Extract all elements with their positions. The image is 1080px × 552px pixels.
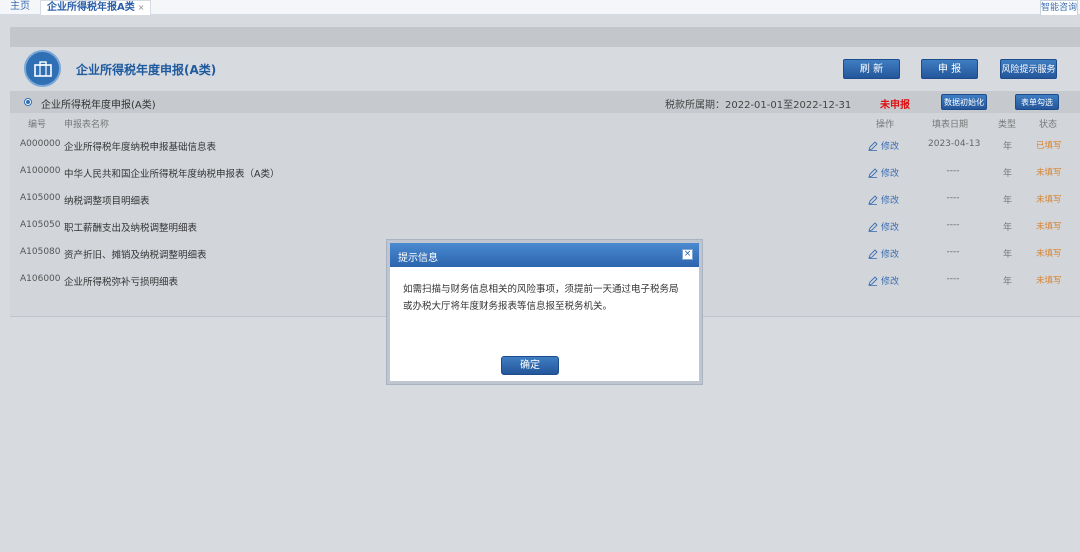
row-name[interactable]: 资产折旧、摊销及纳税调整明细表 (64, 247, 207, 261)
col-status: 状态 (1039, 120, 1058, 130)
panel-header: 企业所得税年度申报(A类) 刷 新 申 报 风险提示服务 (10, 47, 1080, 91)
edit-label: 修改 (881, 250, 900, 260)
edit-link[interactable]: 修改 (868, 193, 899, 206)
edit-link[interactable]: 修改 (868, 139, 899, 152)
pencil-icon (868, 249, 881, 260)
edit-link[interactable]: 修改 (868, 166, 899, 179)
tab-annual-report[interactable]: 企业所得税年报A类 × (40, 0, 152, 15)
edit-link[interactable]: 修改 (868, 220, 899, 233)
row-type: 年 (1003, 142, 1013, 152)
form-select-button[interactable]: 表单勾选 (1015, 94, 1059, 110)
pencil-icon (868, 195, 881, 206)
table-row: A105050 职工薪酬支出及纳税调整明细表 修改 ---- 年 未填写 (10, 212, 1080, 239)
row-status: 未填写 (1036, 222, 1062, 232)
row-type: 年 (1003, 196, 1013, 206)
row-code: A105000 (20, 193, 61, 203)
status-badge: 未申报 (880, 100, 910, 111)
tab-close-icon[interactable]: × (138, 3, 145, 12)
row-code: A105050 (20, 220, 61, 230)
edit-label: 修改 (881, 277, 900, 287)
row-name[interactable]: 中华人民共和国企业所得税年度纳税申报表（A类） (64, 166, 280, 180)
edit-link[interactable]: 修改 (868, 274, 899, 287)
row-code: A106000 (20, 274, 61, 284)
confirm-button[interactable]: 确定 (501, 356, 559, 375)
row-type: 年 (1003, 277, 1013, 287)
row-type: 年 (1003, 223, 1013, 233)
row-type: 年 (1003, 250, 1013, 260)
row-code: A105080 (20, 247, 61, 257)
row-name[interactable]: 职工薪酬支出及纳税调整明细表 (64, 220, 197, 234)
row-type: 年 (1003, 169, 1013, 179)
col-date: 填表日期 (932, 120, 969, 130)
tab-annual-report-label: 企业所得税年报A类 (47, 2, 135, 13)
table-row: A105000 纳税调整项目明细表 修改 ---- 年 未填写 (10, 185, 1080, 212)
briefcase-icon (24, 50, 61, 87)
table-row: A000000 企业所得税年度纳税申报基础信息表 修改 2023-04-13 年 已填写 (10, 131, 1080, 158)
row-status: 已填写 (1036, 141, 1062, 151)
pencil-icon (868, 168, 881, 179)
pencil-icon (868, 141, 881, 152)
data-init-button[interactable]: 数据初始化 (941, 94, 987, 110)
row-status: 未填写 (1036, 276, 1062, 286)
declaration-label: 企业所得税年度申报(A类) (41, 100, 156, 111)
edit-label: 修改 (881, 142, 900, 152)
row-status: 未填写 (1036, 195, 1062, 205)
edit-label: 修改 (881, 223, 900, 233)
row-date: ---- (946, 247, 960, 257)
col-code: 编号 (28, 120, 47, 130)
dialog-header: 提示信息 × (390, 243, 699, 267)
row-name[interactable]: 纳税调整项目明细表 (64, 193, 150, 207)
row-status: 未填写 (1036, 168, 1062, 178)
row-date: 2023-04-13 (928, 139, 981, 149)
edit-link[interactable]: 修改 (868, 247, 899, 260)
row-status: 未填写 (1036, 249, 1062, 259)
dialog-message: 如需扫描与财务信息相关的风险事项，须提前一天通过电子税务局 或办税大厅将年度财务… (403, 281, 693, 315)
radio-icon[interactable] (24, 98, 32, 106)
tab-home[interactable]: 主页 (4, 0, 36, 15)
row-name[interactable]: 企业所得税弥补亏损明细表 (64, 274, 178, 288)
col-type: 类型 (998, 120, 1017, 130)
pencil-icon (868, 276, 881, 287)
risk-service-button[interactable]: 风险提示服务 (1000, 59, 1057, 79)
sub-header: 企业所得税年度申报(A类) 税款所属期：2022-01-01至2022-12-3… (10, 91, 1080, 113)
smart-consult-button[interactable]: 智能咨询 (1040, 0, 1078, 16)
row-date: ---- (946, 193, 960, 203)
submit-report-button[interactable]: 申 报 (921, 59, 978, 79)
edit-label: 修改 (881, 196, 900, 206)
tax-period: 税款所属期：2022-01-01至2022-12-31 (665, 100, 852, 111)
row-date: ---- (946, 220, 960, 230)
row-name[interactable]: 企业所得税年度纳税申报基础信息表 (64, 139, 216, 153)
col-op: 操作 (876, 120, 895, 130)
table-header: 编号 申报表名称 操作 填表日期 类型 状态 (10, 113, 1080, 131)
page-title: 企业所得税年度申报(A类) (76, 63, 217, 77)
row-code: A100000 (20, 166, 61, 176)
row-code: A000000 (20, 139, 61, 149)
info-dialog: 提示信息 × 如需扫描与财务信息相关的风险事项，须提前一天通过电子税务局 或办税… (387, 240, 702, 384)
close-icon[interactable]: × (682, 249, 693, 260)
table-row: A100000 中华人民共和国企业所得税年度纳税申报表（A类） 修改 ---- 年 未填写 (10, 158, 1080, 185)
row-date: ---- (946, 166, 960, 176)
refresh-button[interactable]: 刷 新 (843, 59, 900, 79)
edit-label: 修改 (881, 169, 900, 179)
dialog-message-line1: 如需扫描与财务信息相关的风险事项，须提前一天通过电子税务局 (403, 284, 679, 295)
top-strip (10, 27, 1080, 47)
dialog-message-line2: 或办税大厅将年度财务报表等信息报至税务机关。 (403, 301, 613, 312)
tab-bar: 主页 企业所得税年报A类 × 智能咨询 (0, 0, 1080, 16)
dialog-title: 提示信息 (398, 253, 438, 264)
pencil-icon (868, 222, 881, 233)
col-name: 申报表名称 (64, 120, 110, 130)
row-date: ---- (946, 274, 960, 284)
